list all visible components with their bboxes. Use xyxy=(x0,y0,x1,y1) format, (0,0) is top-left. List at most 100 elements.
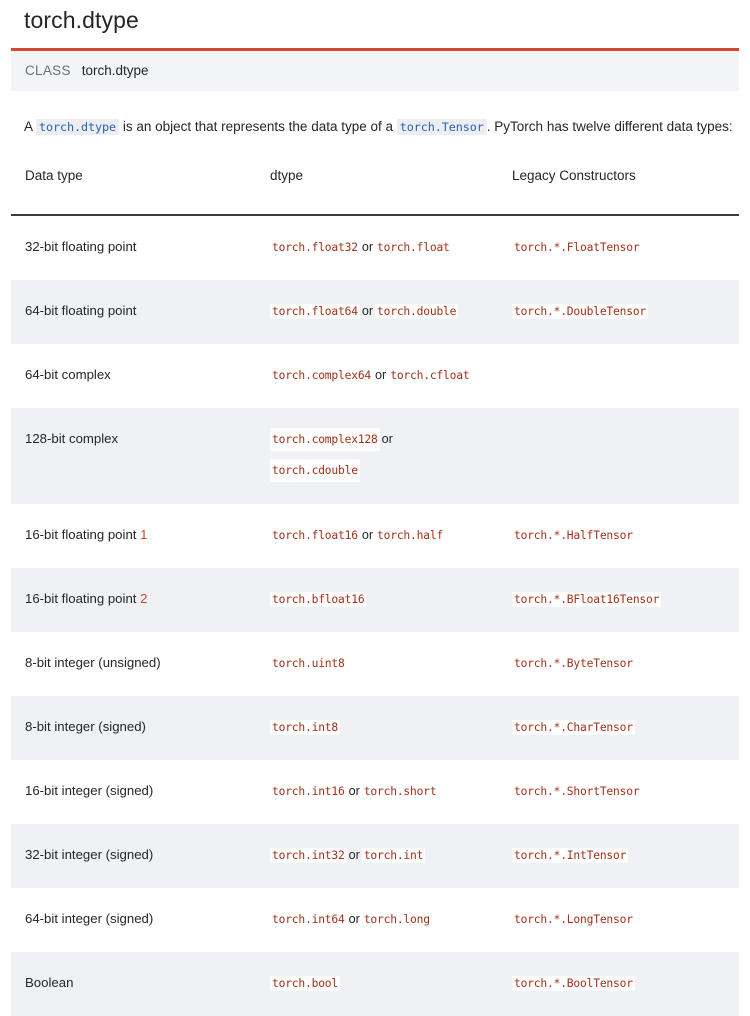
dtype-joiner: or xyxy=(361,240,374,254)
cell-dtype: torch.complex128 or torch.cdouble xyxy=(256,408,498,504)
dtype-literal: torch.double xyxy=(375,304,459,319)
cell-dtype: torch.complex64 or torch.cfloat xyxy=(256,344,498,408)
data-type-label: 128-bit complex xyxy=(25,431,119,446)
data-type-label: 8-bit integer (signed) xyxy=(25,719,146,734)
data-type-label: 16-bit integer (signed) xyxy=(25,783,154,798)
table-row: 32-bit integer (signed) torch.int32 or torc… xyxy=(11,824,739,888)
cell-legacy-constructor: torch.*.HalfTensor xyxy=(498,504,739,568)
class-signature-block: CLASS torch.dtype xyxy=(11,48,739,91)
dtype-literal: torch.float16 xyxy=(272,529,358,542)
legacy-constructor-literal: torch.*.HalfTensor xyxy=(514,529,633,542)
legacy-constructor-literal: torch.*.LongTensor xyxy=(514,913,633,926)
cell-dtype: torch.bfloat16 xyxy=(256,568,498,632)
data-type-label: 16-bit floating point xyxy=(25,591,137,606)
table-row: 32-bit floating point torch.float32 or torc… xyxy=(11,215,739,280)
cell-legacy-constructor: torch.*.CharTensor xyxy=(498,696,739,760)
dtype-literal: torch.int16 xyxy=(272,785,345,798)
column-header-legacy-constructors: Legacy Constructors xyxy=(498,159,739,216)
cell-data-type: 16-bit integer (signed) xyxy=(11,760,256,824)
cell-legacy-constructor: torch.*.IntTensor xyxy=(498,824,739,888)
dtype-joiner: or xyxy=(348,784,360,798)
cell-data-type: Boolean xyxy=(11,952,256,1016)
dtype-literal: torch.half xyxy=(377,529,444,542)
cell-dtype: torch.float16 or torch.half xyxy=(256,504,498,568)
class-name: torch.dtype xyxy=(81,63,149,78)
dtype-literal: torch.int64 xyxy=(272,913,345,926)
cell-data-type: 64-bit complex xyxy=(11,344,256,408)
table-row: 64-bit complex torch.complex64 or torch.cfl… xyxy=(11,344,739,408)
legacy-constructor-literal: torch.*.FloatTensor xyxy=(514,241,640,254)
torch-dtype-link[interactable]: torch.dtype xyxy=(36,119,120,135)
cell-data-type: 64-bit floating point xyxy=(11,280,256,344)
cell-data-type: 128-bit complex xyxy=(11,408,256,504)
cell-legacy-constructor: torch.*.DoubleTensor xyxy=(498,280,739,344)
class-keyword: CLASS xyxy=(25,63,71,78)
dtype-literal: torch.float64 xyxy=(270,304,360,319)
table-row: 64-bit floating point torch.float64 or torc… xyxy=(11,280,739,344)
dtype-table: Data type dtype Legacy Constructors 32-b… xyxy=(11,159,739,1016)
intro-text-before: A xyxy=(24,119,33,134)
table-header: Data type dtype Legacy Constructors xyxy=(11,159,739,216)
footnote-reference[interactable]: 2 xyxy=(140,591,147,606)
cell-dtype: torch.float32 or torch.float xyxy=(256,215,498,280)
dtype-joiner: or xyxy=(375,368,387,382)
cell-legacy-constructor xyxy=(498,408,739,504)
table-body: 32-bit floating point torch.float32 or torc… xyxy=(11,215,739,1016)
data-type-label: 64-bit complex xyxy=(25,367,111,382)
cell-legacy-constructor: torch.*.LongTensor xyxy=(498,888,739,952)
data-type-label: 32-bit integer (signed) xyxy=(25,847,154,862)
legacy-constructor-literal: torch.*.CharTensor xyxy=(512,720,635,735)
legacy-constructor-literal: torch.*.ByteTensor xyxy=(514,657,633,670)
documentation-page: torch.dtype CLASS torch.dtype A torch.dty… xyxy=(0,0,750,1016)
cell-legacy-constructor: torch.*.FloatTensor xyxy=(498,215,739,280)
dtype-literal: torch.long xyxy=(363,913,430,926)
table-row: Boolean torch.bool torch.*.BoolTensor xyxy=(11,952,739,1016)
table-row: 8-bit integer (unsigned) torch.uint8 torch… xyxy=(11,632,739,696)
data-type-label: 32-bit floating point xyxy=(25,239,137,254)
cell-dtype: torch.uint8 xyxy=(256,632,498,696)
cell-dtype: torch.int8 xyxy=(256,696,498,760)
dtype-joiner: or xyxy=(381,432,393,446)
dtype-literal-wrap: torch.cdouble xyxy=(270,459,488,482)
column-header-data-type: Data type xyxy=(11,159,256,216)
cell-legacy-constructor: torch.*.ShortTensor xyxy=(498,760,739,824)
cell-legacy-constructor xyxy=(498,344,739,408)
dtype-literal: torch.int32 xyxy=(270,848,347,863)
cell-data-type: 32-bit integer (signed) xyxy=(11,824,256,888)
cell-legacy-constructor: torch.*.BFloat16Tensor xyxy=(498,568,739,632)
dtype-literal: torch.cdouble xyxy=(270,459,360,482)
cell-data-type: 16-bit floating point 1 xyxy=(11,504,256,568)
data-type-label: 8-bit integer (unsigned) xyxy=(25,655,161,670)
footnote-reference[interactable]: 1 xyxy=(140,527,147,542)
cell-data-type: 8-bit integer (unsigned) xyxy=(11,632,256,696)
torch-tensor-link[interactable]: torch.Tensor xyxy=(396,119,487,135)
data-type-label: 16-bit floating point xyxy=(25,527,137,542)
table-row: 128-bit complex torch.complex128 or torch.c… xyxy=(11,408,739,504)
cell-data-type: 64-bit integer (signed) xyxy=(11,888,256,952)
table-row: 16-bit floating point 1 torch.float16 or to… xyxy=(11,504,739,568)
dtype-literal: torch.cfloat xyxy=(390,369,470,382)
cell-legacy-constructor: torch.*.ByteTensor xyxy=(498,632,739,696)
table-row: 64-bit integer (signed) torch.int64 or torc… xyxy=(11,888,739,952)
cell-data-type: 16-bit floating point 2 xyxy=(11,568,256,632)
cell-legacy-constructor: torch.*.BoolTensor xyxy=(498,952,739,1016)
cell-data-type: 8-bit integer (signed) xyxy=(11,696,256,760)
cell-dtype: torch.int16 or torch.short xyxy=(256,760,498,824)
cell-dtype: torch.int32 or torch.int xyxy=(256,824,498,888)
table-row: 16-bit floating point 2 torch.bfloat16 tor… xyxy=(11,568,739,632)
table-row: 8-bit integer (signed) torch.int8 torch.*.… xyxy=(11,696,739,760)
dtype-literal: torch.complex128 xyxy=(270,428,380,451)
intro-text-after: . PyTorch has twelve different data type… xyxy=(486,119,733,134)
dtype-literal: torch.bfloat16 xyxy=(270,592,367,607)
table-row: 16-bit integer (signed) torch.int16 or torc… xyxy=(11,760,739,824)
class-signature-line: CLASS torch.dtype xyxy=(25,62,739,79)
legacy-constructor-literal: torch.*.IntTensor xyxy=(512,848,629,863)
dtype-literal: torch.float32 xyxy=(272,241,358,254)
dtype-joiner: or xyxy=(361,528,374,542)
intro-paragraph: A torch.dtype is an object that represen… xyxy=(11,91,739,137)
dtype-literal: torch.float xyxy=(377,241,450,254)
table-header-row: Data type dtype Legacy Constructors xyxy=(11,159,739,216)
dtype-literal: torch.int8 xyxy=(270,720,341,735)
legacy-constructor-literal: torch.*.ShortTensor xyxy=(514,785,640,798)
dtype-literal: torch.uint8 xyxy=(272,657,345,670)
